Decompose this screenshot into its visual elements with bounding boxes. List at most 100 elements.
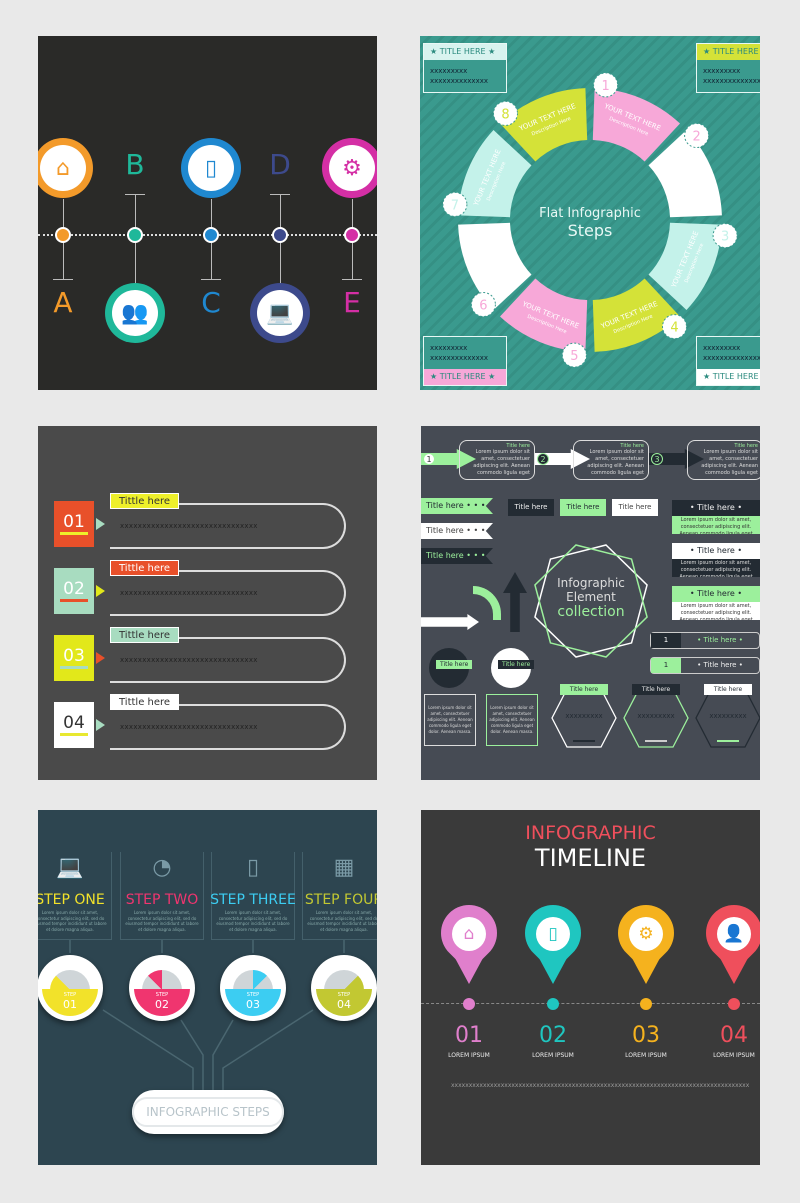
letter-c: C <box>201 286 221 319</box>
arrow-icon <box>96 652 105 664</box>
timeline-dot <box>463 998 475 1010</box>
step-desc: Lorem ipsum dolor sit amet, consectetuer… <box>587 449 644 476</box>
connector-tick <box>201 279 221 280</box>
progress-fan <box>324 970 364 990</box>
arrow-right-icon <box>421 614 479 630</box>
infographic-steps-button[interactable]: INFOGRAPHIC STEPS <box>132 1090 284 1134</box>
arrow-icon <box>96 719 105 731</box>
letter-d: D <box>269 148 291 181</box>
hexagon-title: Title here <box>560 684 608 695</box>
smartphone-icon: ▯ <box>536 917 570 951</box>
home-icon: ⌂ <box>452 917 486 951</box>
step-number: 3 <box>721 230 729 245</box>
timeline-title-1: INFOGRAPHIC <box>525 822 656 844</box>
users-circle[interactable]: 👥 <box>105 283 165 343</box>
ribbon-label[interactable]: Title here • • • <box>421 548 493 564</box>
flat-steps-wheel-panel: YOUR TEXT HERE Description Here 1 YOUR TE… <box>420 36 760 390</box>
step-number: 4 <box>670 321 678 336</box>
callout-title: ★ TITLE HERE ★ <box>697 369 760 385</box>
step-text-box: Title here Lorem ipsum dolor sit amet, c… <box>573 440 649 480</box>
step-circle-04[interactable]: STEP 04 <box>311 955 377 1021</box>
callout-box: ★ TITLE HERE ★xxxxxxxxxxxxxxxxxxxxxxx <box>423 43 507 93</box>
home-circle[interactable]: ⌂ <box>38 138 93 198</box>
numbered-tab[interactable]: 1 • Title here • <box>650 632 760 649</box>
timeline-dot <box>127 227 143 243</box>
hexagon-text: xxxxxxxxx <box>565 712 603 720</box>
ribbon-label[interactable]: Title here • • • <box>421 523 493 539</box>
step-desc: Lorem ipsum dolor sit amet, consectetur … <box>125 910 199 932</box>
gear-icon: ⚙ <box>629 917 663 951</box>
row-number-04: 04 <box>54 702 94 748</box>
step-number: 5 <box>570 349 578 364</box>
numbered-list-panel: 01 xxxxxxxxxxxxxxxxxxxxxxxxxxxxxxx Tittl… <box>38 426 377 780</box>
step-desc: Lorem ipsum dolor sit amet, consectetuer… <box>473 449 530 476</box>
step-circle-02[interactable]: STEP 02 <box>129 955 195 1021</box>
step-title: STEP TWO <box>125 892 199 908</box>
callout-line: xxxxxxxxxxxxxx <box>430 354 488 362</box>
step-desc: Lorem ipsum dolor sit amet, consectetur … <box>307 910 377 932</box>
infographic-timeline-panel: INFOGRAPHIC TIMELINE ⌂ 01 LOREM IPSUM ▯ … <box>421 810 760 1165</box>
row-text: xxxxxxxxxxxxxxxxxxxxxxxxxxxxxxx <box>120 656 258 664</box>
row-text: xxxxxxxxxxxxxxxxxxxxxxxxxxxxxxx <box>120 522 258 530</box>
pin-text-box: Lorem ipsum dolor sit amet, consectetuer… <box>486 694 538 746</box>
connector-tick <box>125 194 145 195</box>
step-number-badge: 3 <box>651 453 663 465</box>
smartphone-circle[interactable]: ▯ <box>181 138 241 198</box>
callout-title: ★ TITLE HERE ★ <box>424 44 506 60</box>
row-label: Tittle here <box>110 560 180 576</box>
callout-box: ★ TITLE HERE ★xxxxxxxxxxxxxxxxxxxxxxx <box>696 43 760 93</box>
row-text: xxxxxxxxxxxxxxxxxxxxxxxxxxxxxxx <box>120 723 258 731</box>
progress-fan <box>142 970 182 990</box>
step-circle-03[interactable]: STEP 03 <box>220 955 286 1021</box>
gear-circle[interactable]: ⚙ <box>322 138 377 198</box>
ribbon-label[interactable]: Title here • • • <box>421 498 493 514</box>
connector-tick <box>342 279 362 280</box>
item-number: 02 <box>539 1023 567 1048</box>
letter-a: A <box>53 286 73 319</box>
step-number: 8 <box>501 107 509 122</box>
step-title: STEP ONE <box>38 892 105 908</box>
timeline-dot <box>272 227 288 243</box>
numbered-tab[interactable]: 1 • Title here • <box>650 657 760 674</box>
wheel-subtitle: Steps <box>567 221 613 240</box>
flow-card: • Title here • Lorem ipsum dolor sit ame… <box>672 586 760 620</box>
user-icon: 👤 <box>717 917 751 951</box>
timeline-abcde-panel: ⌂ A 👥 B ▯ C 💻 D ⚙ E <box>38 36 377 390</box>
step-desc: Lorem ipsum dolor sit amet, consectetur … <box>216 910 290 932</box>
center-title-3: collection <box>557 604 625 620</box>
speech-bubble[interactable]: Title here <box>508 499 554 516</box>
speech-bubble[interactable]: Title here <box>612 499 658 516</box>
speech-bubble[interactable]: Title here <box>560 499 606 516</box>
pin-text-box: Lorem ipsum dolor sit amet, consectetuer… <box>424 694 476 746</box>
flow-card: • Title here • Lorem ipsum dolor sit ame… <box>672 543 760 577</box>
connector-tick <box>270 194 290 195</box>
callout-line: xxxxxxxxxxxxxx <box>703 77 760 85</box>
callout-line: xxxxxxxxxxxxxx <box>703 354 760 362</box>
callout-box: xxxxxxxxxxxxxxxxxxxxxxx★ TITLE HERE ★ <box>696 336 760 386</box>
step-title: STEP THREE <box>210 892 296 908</box>
smartphone-icon: ▯ <box>246 855 260 880</box>
item-label: LOREM IPSUM <box>625 1052 667 1059</box>
callout-box: xxxxxxxxxxxxxxxxxxxxxxx★ TITLE HERE ★ <box>423 336 507 386</box>
flow-card: • Title here • Lorem ipsum dolor sit ame… <box>672 500 760 534</box>
callout-line: xxxxxxxxx <box>430 344 468 352</box>
letter-b: B <box>125 148 145 181</box>
step-circle-01[interactable]: STEP 01 <box>38 955 103 1021</box>
pin-label: Title here <box>436 660 473 669</box>
smartphone-icon: ▯ <box>188 145 234 191</box>
item-label: LOREM IPSUM <box>532 1052 574 1059</box>
step-number-badge: 1 <box>423 453 435 465</box>
laptop-circle[interactable]: 💻 <box>250 283 310 343</box>
row-label: Tittle here <box>110 493 180 509</box>
callout-line: xxxxxxxxx <box>430 67 468 75</box>
timeline-title-2: TIMELINE <box>534 844 647 872</box>
timeline-dot <box>203 227 219 243</box>
gear-icon: ⚙ <box>329 145 375 191</box>
step-text-box: Title here Lorem ipsum dolor sit amet, c… <box>459 440 535 480</box>
item-number: 04 <box>720 1023 748 1048</box>
arrow-icon <box>96 585 105 597</box>
hexagon-text: xxxxxxxxx <box>637 712 675 720</box>
row-label: Tittle here <box>110 694 180 710</box>
laptop-icon: 💻 <box>56 855 84 880</box>
laptop-icon: 💻 <box>257 290 303 336</box>
